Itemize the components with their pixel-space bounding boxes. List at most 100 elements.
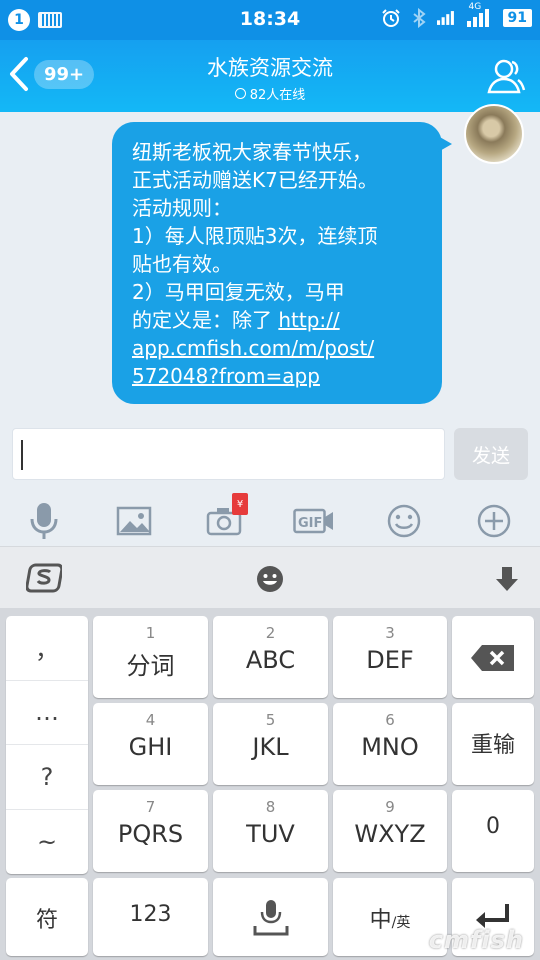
network-label: 4G	[468, 2, 482, 12]
key-label: 123	[129, 902, 172, 927]
punctuation-key[interactable]: …	[6, 681, 88, 745]
microphone-icon	[30, 503, 58, 539]
chat-header: 99+ 水族资源交流 82人在线	[0, 40, 540, 112]
key-label: GHI	[128, 733, 173, 761]
key-4[interactable]: 4 GHI	[93, 703, 208, 785]
emoji-button[interactable]	[382, 499, 426, 543]
punctuation-key[interactable]: ，	[6, 616, 88, 681]
group-members-button[interactable]	[486, 56, 526, 100]
sogou-logo-icon	[25, 563, 64, 593]
message-input[interactable]	[12, 428, 445, 480]
sogou-logo-button[interactable]	[25, 563, 64, 597]
key-number: 9	[385, 798, 395, 816]
message-link[interactable]: http://	[278, 308, 339, 332]
microphone-space-icon	[253, 900, 289, 936]
key-number: 5	[265, 711, 276, 729]
message-line: 正式活动赠送K7已经开始。	[132, 168, 378, 192]
key-5[interactable]: 5 JKL	[213, 703, 328, 785]
composer-toolbar: ¥ GIF	[0, 493, 540, 546]
text-cursor	[21, 440, 23, 470]
key-number: 7	[145, 798, 156, 816]
online-check-icon	[234, 88, 246, 99]
keyboard-emoji-button[interactable]	[256, 565, 284, 597]
key-8[interactable]: 8 TUV	[213, 790, 328, 872]
key-number: 8	[265, 798, 276, 816]
punctuation-key[interactable]: ?	[6, 745, 88, 810]
hide-keyboard-button[interactable]	[494, 565, 520, 597]
group-title: 水族资源交流	[207, 56, 333, 80]
gif-icon: GIF	[293, 508, 333, 534]
key-number: 3	[385, 624, 395, 642]
key-0[interactable]: 0	[452, 790, 534, 872]
emoji-icon	[387, 504, 421, 538]
key-label: JKL	[252, 733, 289, 761]
space-voice-key[interactable]	[213, 878, 328, 956]
key-3[interactable]: 3 DEF	[333, 616, 447, 698]
arrow-down-icon	[496, 567, 518, 591]
message-line: 2）马甲回复无效，马甲	[132, 280, 345, 304]
t9-keyboard: ， … ? ~ 1 分词 2 ABC 3 DEF 4 GHI 5 JKL 6 M…	[0, 608, 540, 960]
key-label: 重输	[470, 733, 515, 758]
more-button[interactable]	[472, 499, 516, 543]
status-bar: 1 18:34 4G 91	[0, 0, 540, 40]
send-button[interactable]: 发送	[454, 428, 528, 480]
message-line: 1）每人限顶贴3次，连续顶	[132, 224, 378, 248]
plus-icon	[477, 504, 511, 538]
online-status: 82人在线	[0, 84, 540, 103]
camera-button[interactable]: ¥	[202, 493, 248, 543]
key-number: 4	[145, 711, 156, 729]
message-line: 活动规则：	[132, 196, 232, 220]
voice-button[interactable]	[22, 499, 66, 543]
numbers-key[interactable]: 123	[93, 878, 208, 956]
key-label: 符	[35, 908, 58, 933]
message-line: 的定义是：除了	[132, 308, 279, 332]
watermark: cmfish	[428, 926, 524, 954]
message-link-continued[interactable]: 572048?from=app	[132, 362, 424, 390]
smiley-icon	[257, 566, 283, 592]
key-label: WXYZ	[354, 820, 426, 848]
message-line-with-link: 的定义是：除了 http://	[132, 306, 424, 334]
key-2[interactable]: 2 ABC	[213, 616, 328, 698]
punctuation-column: ， … ? ~	[6, 616, 88, 874]
composer: 发送	[0, 418, 540, 496]
bluetooth-icon	[409, 8, 429, 28]
key-number: 1	[145, 624, 156, 642]
key-label: DEF	[366, 646, 414, 674]
signal-icon	[436, 8, 457, 28]
key-number: 2	[265, 624, 276, 642]
key-7[interactable]: 7 PQRS	[93, 790, 208, 872]
key-label: ABC	[245, 646, 296, 674]
key-label: TUV	[246, 820, 295, 848]
key-9[interactable]: 9 WXYZ	[333, 790, 447, 872]
image-icon	[116, 506, 152, 536]
image-button[interactable]	[112, 499, 156, 543]
key-number: 6	[385, 711, 395, 729]
red-packet-badge: ¥	[232, 493, 248, 515]
alarm-icon	[381, 8, 401, 28]
key-6[interactable]: 6 MNO	[333, 703, 447, 785]
message-bubble[interactable]: 纽斯老板祝大家春节快乐， 正式活动赠送K7已经开始。 活动规则： 1）每人限顶贴…	[112, 122, 452, 404]
chat-area[interactable]: 纽斯老板祝大家春节快乐， 正式活动赠送K7已经开始。 活动规则： 1）每人限顶贴…	[0, 104, 540, 418]
key-sublabel: /英	[391, 915, 411, 931]
battery-level: 91	[502, 9, 532, 27]
key-1[interactable]: 1 分词	[93, 616, 208, 698]
gif-button[interactable]: GIF	[292, 499, 336, 543]
keyboard-toolbar	[0, 546, 540, 608]
key-label: 0	[486, 814, 500, 839]
members-icon	[487, 59, 526, 94]
reenter-key[interactable]: 重输	[452, 703, 534, 785]
avatar[interactable]	[464, 104, 524, 164]
symbol-key[interactable]: 符	[6, 878, 88, 956]
key-label: 分词	[126, 652, 175, 680]
backspace-key[interactable]	[452, 616, 534, 698]
key-label: PQRS	[117, 820, 184, 848]
message-link-continued[interactable]: app.cmfish.com/m/post/	[132, 334, 424, 362]
message-line: 纽斯老板祝大家春节快乐，	[132, 140, 372, 164]
online-count: 82人在线	[249, 88, 306, 103]
backspace-icon	[471, 645, 514, 671]
punctuation-key[interactable]: ~	[6, 810, 88, 875]
key-label: MNO	[361, 733, 419, 761]
svg-text:GIF: GIF	[298, 516, 322, 531]
key-label: 中	[369, 908, 392, 933]
network-4g-icon: 4G	[465, 2, 495, 28]
